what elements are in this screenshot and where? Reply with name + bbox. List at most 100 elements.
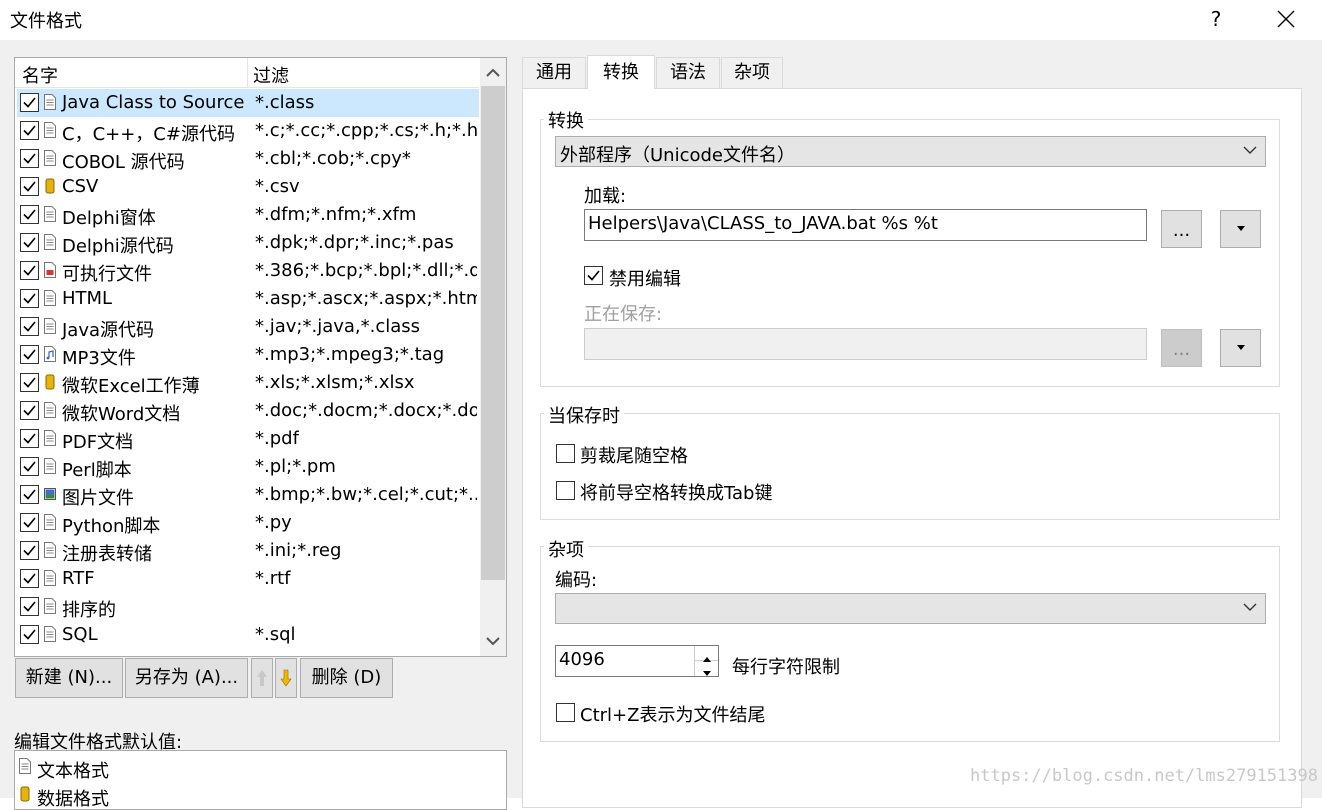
- list-item[interactable]: 排序的: [17, 593, 479, 621]
- tab-convert[interactable]: 转换: [587, 55, 655, 89]
- row-name: Python脚本: [62, 516, 161, 537]
- row-checkbox[interactable]: [20, 513, 39, 532]
- document-icon: [44, 234, 56, 250]
- document-icon: [19, 758, 31, 774]
- new-button[interactable]: 新建 (N)...: [15, 658, 123, 698]
- scroll-thumb[interactable]: [481, 86, 505, 580]
- row-checkbox[interactable]: [20, 625, 39, 644]
- checkmark-icon: [23, 433, 36, 444]
- list-item[interactable]: SQL *.sql: [17, 621, 479, 649]
- line-limit-value: 4096: [559, 649, 605, 670]
- line-limit-spinner: [694, 646, 718, 676]
- scroll-down-button[interactable]: [480, 628, 506, 654]
- row-checkbox[interactable]: [20, 457, 39, 476]
- row-checkbox[interactable]: [20, 485, 39, 504]
- list-item[interactable]: 图片文件 *.bmp;*.bw;*.cel;*.cut;*....: [17, 481, 479, 509]
- format-list[interactable]: 名字 过滤 Java Class to Source *.class C，C++，C…: [14, 57, 507, 657]
- ctrlz-eof-checkbox[interactable]: [556, 703, 575, 722]
- row-name: 可执行文件: [62, 264, 152, 285]
- row-checkbox[interactable]: [20, 569, 39, 588]
- saving-options-button[interactable]: [1220, 329, 1261, 367]
- row-name: Java源代码: [62, 320, 155, 341]
- checkmark-icon: [23, 405, 36, 416]
- move-down-button[interactable]: [275, 658, 297, 698]
- list-item[interactable]: 可执行文件 *.386;*.bcp;*.bpl;*.dll;*.d...: [17, 257, 479, 285]
- row-checkbox[interactable]: [20, 205, 39, 224]
- list-item[interactable]: CSV *.csv: [17, 173, 479, 201]
- row-name: PDF文档: [62, 432, 134, 453]
- row-checkbox[interactable]: [20, 345, 39, 364]
- column-header-filter[interactable]: 过滤: [253, 62, 289, 88]
- document-icon: [44, 570, 56, 586]
- leading-spaces-to-tab-checkbox[interactable]: [556, 481, 575, 500]
- load-command-input[interactable]: Helpers\Java\CLASS_to_JAVA.bat %s %t: [584, 209, 1147, 241]
- list-item[interactable]: RTF *.rtf: [17, 565, 479, 593]
- row-checkbox[interactable]: [20, 233, 39, 252]
- document-icon: [44, 402, 56, 418]
- row-checkbox[interactable]: [20, 541, 39, 560]
- list-item[interactable]: MP3文件 *.mp3;*.mpeg3;*.tag: [17, 341, 479, 369]
- row-filter: *.doc;*.docm;*.docx;*.do...: [255, 400, 477, 421]
- list-item[interactable]: 微软Word文档 *.doc;*.docm;*.docx;*.do...: [17, 397, 479, 425]
- row-checkbox[interactable]: [20, 177, 39, 196]
- list-item[interactable]: Delphi源代码 *.dpk;*.dpr;*.inc;*.pas: [17, 229, 479, 257]
- row-filter: *.dfm;*.nfm;*.xfm: [255, 204, 417, 225]
- delete-button[interactable]: 删除 (D): [300, 658, 393, 698]
- checkmark-icon: [23, 601, 36, 612]
- load-options-button[interactable]: [1220, 210, 1261, 248]
- document-icon: [44, 94, 56, 110]
- row-name: HTML: [62, 288, 113, 309]
- row-checkbox[interactable]: [20, 93, 39, 112]
- document-icon: [44, 150, 56, 166]
- row-checkbox[interactable]: [20, 429, 39, 448]
- row-checkbox[interactable]: [20, 261, 39, 280]
- row-checkbox[interactable]: [20, 149, 39, 168]
- trim-trailing-checkbox[interactable]: [556, 444, 575, 463]
- spin-down-button[interactable]: [695, 661, 718, 676]
- checkmark-icon: [23, 489, 36, 500]
- chevron-up-icon: [486, 68, 500, 77]
- list-item[interactable]: HTML *.asp;*.ascx;*.aspx;*.htm;...: [17, 285, 479, 313]
- list-item[interactable]: Delphi窗体 *.dfm;*.nfm;*.xfm: [17, 201, 479, 229]
- list-item[interactable]: Python脚本 *.py: [17, 509, 479, 537]
- list-item[interactable]: Java源代码 *.jav;*.java,*.class: [17, 313, 479, 341]
- close-button[interactable]: [1268, 4, 1304, 34]
- column-separator[interactable]: [247, 58, 248, 88]
- document-icon: [44, 318, 56, 334]
- load-label: 加载:: [584, 186, 627, 207]
- scroll-up-button[interactable]: [480, 60, 506, 86]
- row-checkbox[interactable]: [20, 401, 39, 420]
- row-checkbox[interactable]: [20, 121, 39, 140]
- tab-misc[interactable]: 杂项: [721, 57, 783, 89]
- saving-browse-button[interactable]: ...: [1161, 329, 1202, 367]
- spin-down-icon: [702, 671, 711, 676]
- line-limit-label: 每行字符限制: [732, 657, 840, 678]
- tab-general[interactable]: 通用: [522, 57, 586, 89]
- help-button[interactable]: ?: [1200, 4, 1232, 34]
- defaults-list[interactable]: 文本格式 数据格式: [14, 750, 507, 810]
- row-checkbox[interactable]: [20, 373, 39, 392]
- spin-up-button[interactable]: [695, 646, 718, 662]
- convert-mode-dropdown[interactable]: 外部程序（Unicode文件名）: [555, 136, 1266, 167]
- row-checkbox[interactable]: [20, 597, 39, 616]
- list-scrollbar[interactable]: [480, 58, 506, 656]
- load-browse-button[interactable]: ...: [1161, 210, 1202, 248]
- list-item[interactable]: 微软Excel工作薄 *.xls;*.xlsm;*.xlsx: [17, 369, 479, 397]
- tab-syntax[interactable]: 语法: [656, 57, 720, 89]
- list-item[interactable]: COBOL 源代码 *.cbl;*.cob;*.cpy*: [17, 145, 479, 173]
- list-item[interactable]: Java Class to Source *.class: [17, 89, 479, 117]
- dropdown-arrow-icon: [1236, 226, 1245, 231]
- list-item[interactable]: Perl脚本 *.pl;*.pm: [17, 453, 479, 481]
- column-header-name[interactable]: 名字: [22, 62, 58, 88]
- save-as-button[interactable]: 另存为 (A)...: [125, 658, 248, 698]
- row-name: Delphi源代码: [62, 236, 174, 257]
- disable-edit-checkbox[interactable]: [584, 266, 603, 285]
- row-checkbox[interactable]: [20, 317, 39, 336]
- list-item[interactable]: 注册表转储 *.ini;*.reg: [17, 537, 479, 565]
- list-item[interactable]: PDF文档 *.pdf: [17, 425, 479, 453]
- encoding-dropdown[interactable]: [555, 593, 1266, 624]
- saving-command-input[interactable]: [584, 328, 1147, 360]
- move-up-button[interactable]: [251, 658, 273, 698]
- list-item[interactable]: C，C++，C#源代码 *.c;*.cc;*.cpp;*.cs;*.h;*.hpp: [17, 117, 479, 145]
- row-checkbox[interactable]: [20, 289, 39, 308]
